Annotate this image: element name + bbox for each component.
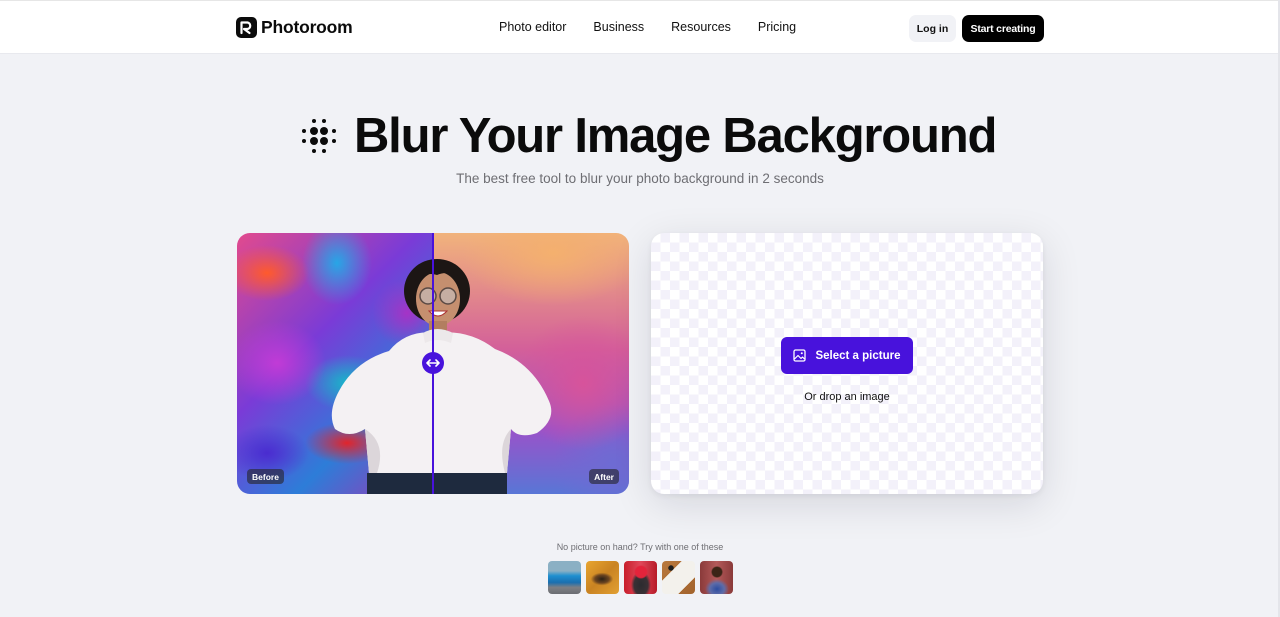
upload-dropzone[interactable]: Select a picture Or drop an image [651,233,1043,494]
main-nav: Photo editor Business Resources Pricing [499,20,796,34]
before-label: Before [247,469,284,484]
page-subtitle: The best free tool to blur your photo ba… [456,171,824,186]
top-nav: Photoroom Photo editor Business Resource… [0,0,1278,54]
sample-image-notebook[interactable] [662,561,695,594]
drop-image-hint: Or drop an image [804,391,890,403]
start-creating-button[interactable]: Start creating [962,15,1044,42]
login-button[interactable]: Log in [909,15,956,42]
select-picture-label: Select a picture [815,349,901,362]
sample-images [548,561,733,594]
nav-link-resources[interactable]: Resources [671,20,731,34]
image-icon [793,349,807,362]
select-picture-button[interactable]: Select a picture [781,337,913,374]
nav-link-pricing[interactable]: Pricing [758,20,796,34]
arrows-horizontal-icon [426,359,440,367]
nav-link-photo-editor[interactable]: Photo editor [499,20,566,34]
sample-image-woman-red-beanie[interactable] [624,561,657,594]
brand-name: Photoroom [261,17,353,37]
hero-heading: Blur Your Image Background [300,106,997,166]
sample-images-label: No picture on hand? Try with one of thes… [556,542,724,552]
sample-image-blue-car[interactable] [548,561,581,594]
sample-image-man-portrait[interactable] [700,561,733,594]
before-after-comparison[interactable]: Before After [237,233,629,494]
sample-image-shoe[interactable] [586,561,619,594]
after-label: After [589,469,619,484]
page-title: Blur Your Image Background [354,109,997,163]
nav-link-business[interactable]: Business [593,20,644,34]
comparison-slider-handle[interactable] [422,352,444,374]
brand-logo[interactable]: Photoroom [236,17,353,38]
photoroom-logo-icon [236,17,257,38]
blur-dots-icon [300,117,338,155]
